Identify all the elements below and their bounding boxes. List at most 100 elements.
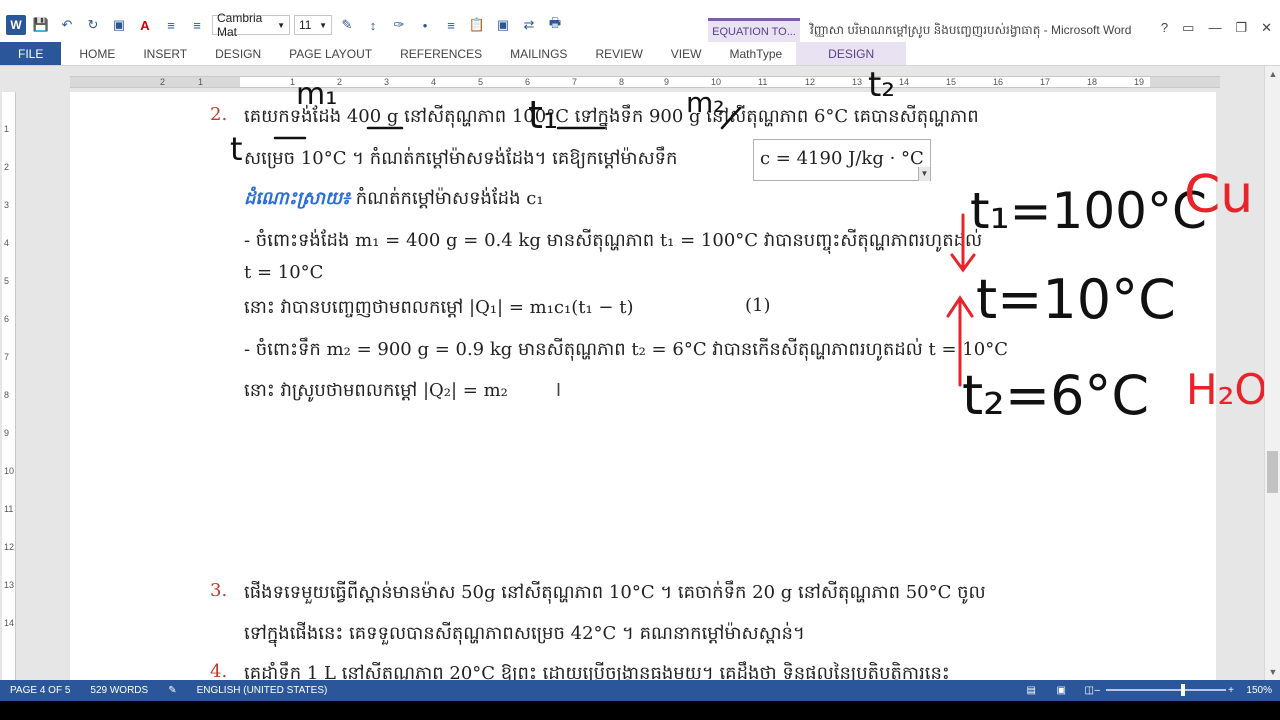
font-name-select[interactable]: Cambria Mat ▼ <box>212 11 290 39</box>
vertical-scrollbar[interactable]: ▲ ▼ <box>1264 66 1280 680</box>
taskbar-strip <box>0 701 1280 720</box>
paste-icon[interactable]: 📋 <box>466 14 488 36</box>
ribbon-tabs: FILE HOME INSERT DESIGN PAGE LAYOUT REFE… <box>0 42 1280 66</box>
proofing-icon[interactable]: ✎ <box>158 685 186 696</box>
text-cursor-icon: I <box>556 380 562 400</box>
tab-view[interactable]: VIEW <box>657 42 716 65</box>
problem-3-line-2[interactable]: ទៅក្នុងផើងនេះ គេទទួលបានសីតុណ្ហភាពសម្រេច … <box>244 621 805 648</box>
equation-options-dropdown[interactable]: ▼ <box>918 167 930 181</box>
zoom-level[interactable]: 150% <box>1246 685 1272 696</box>
restore-button[interactable]: ❐ <box>1235 20 1247 36</box>
read-mode-icon[interactable]: ▤ <box>1027 685 1036 696</box>
tab-references[interactable]: REFERENCES <box>386 42 496 65</box>
ruler-number: 18 <box>1087 77 1098 87</box>
solution-heading-text: កំណត់កម្ដៅម៉ាសទង់ដែង c₁ <box>355 188 544 209</box>
bullet-2-line-2[interactable]: នោះ វាស្រូបថាមពលកម្ដៅ |Q₂| = m₂ <box>244 378 508 405</box>
font-size-value: 11 <box>299 18 312 32</box>
equation-editor[interactable]: c = 4190 J/kg · °C ▼ <box>753 139 931 181</box>
tab-page-layout[interactable]: PAGE LAYOUT <box>275 42 386 65</box>
vruler-number: 4 <box>4 238 10 248</box>
bullets-icon[interactable]: • <box>414 14 436 36</box>
print-layout-icon[interactable]: ▣ <box>1057 685 1066 696</box>
web-layout-icon[interactable]: ◫ <box>1085 685 1094 696</box>
font-size-select[interactable]: 11 ▼ <box>294 15 332 35</box>
vruler-number: 7 <box>4 352 10 362</box>
word-count[interactable]: 529 WORDS <box>80 685 158 696</box>
vruler-number: 8 <box>4 390 10 400</box>
ribbon-display-button[interactable]: ▭ <box>1182 20 1194 36</box>
list-number-3: 3. <box>210 580 228 601</box>
status-bar: PAGE 4 OF 5 529 WORDS ✎ ENGLISH (UNITED … <box>0 680 1280 701</box>
ruler-number: 14 <box>899 77 910 87</box>
equation-text[interactable]: c = 4190 J/kg · °C <box>760 148 924 169</box>
tab-insert[interactable]: INSERT <box>129 42 201 65</box>
window-controls: ? ▭ — ❐ ✕ <box>1161 20 1272 36</box>
minimize-button[interactable]: — <box>1208 20 1221 36</box>
ruler-number: 2 <box>337 77 343 87</box>
ruler-number: 4 <box>431 77 437 87</box>
arrows-icon[interactable]: ⇄ <box>518 14 540 36</box>
tab-mathtype[interactable]: MathType <box>715 42 796 65</box>
align-left-icon[interactable]: ≡ <box>160 14 182 36</box>
vruler-number: 14 <box>4 618 15 628</box>
scrollbar-thumb[interactable] <box>1267 451 1278 493</box>
tab-file[interactable]: FILE <box>0 42 62 65</box>
ruler-number: 13 <box>852 77 863 87</box>
tab-mailings[interactable]: MAILINGS <box>496 42 581 65</box>
ruler-number: 19 <box>1134 77 1145 87</box>
ruler-number: 11 <box>758 77 768 87</box>
chevron-down-icon: ▼ <box>277 20 285 30</box>
ruler-number: 8 <box>619 77 625 87</box>
vertical-ruler[interactable]: 1 2 3 4 5 6 7 8 9 10 11 12 13 14 <box>2 92 16 680</box>
horizontal-ruler[interactable]: 2 1 1 2 3 4 5 6 7 8 9 10 11 12 13 14 15 … <box>0 72 1264 92</box>
save-icon[interactable]: 💾 <box>30 14 52 36</box>
vruler-number: 11 <box>4 504 14 514</box>
problem-3-line-1[interactable]: ផើងទទេមួយធ្វើពីស្ពាន់មានម៉ាស 50g នៅសីតុណ… <box>244 580 986 607</box>
ruler-number: 15 <box>946 77 957 87</box>
ruler-number: 1 <box>290 77 296 87</box>
numbering-icon[interactable]: ≡ <box>440 14 462 36</box>
bullet-1-line-2[interactable]: t = 10°C <box>244 262 323 283</box>
scroll-down-icon[interactable]: ▼ <box>1265 664 1280 680</box>
tab-equation-design[interactable]: DESIGN <box>796 42 907 65</box>
ruler-number: 12 <box>805 77 816 87</box>
print-icon[interactable]: 🖶 <box>544 14 566 36</box>
tab-home[interactable]: HOME <box>65 42 129 65</box>
pen-icon[interactable]: ✑ <box>388 14 410 36</box>
problem-2-line-1[interactable]: គេយកទង់ដែង 400 g នៅសីតុណ្ហភាព 100°C ទៅក្… <box>244 104 979 131</box>
help-button[interactable]: ? <box>1161 20 1168 36</box>
problem-2-line-2[interactable]: សម្រេច 10°C ។ កំណត់កម្ដៅម៉ាសទង់ដែង។ គេឱ្… <box>244 146 678 173</box>
ruler-number: 6 <box>525 77 531 87</box>
zoom-slider-knob[interactable] <box>1181 684 1185 696</box>
quick-access-toolbar: W 💾 ↶ ↻ ▣ A ≡ ≡ Cambria Mat ▼ 11 ▼ ✎ ↕ ✑… <box>6 11 566 39</box>
highlight-icon[interactable]: ✎ <box>336 14 358 36</box>
zoom-in-icon[interactable]: + <box>1228 685 1234 696</box>
form-icon[interactable]: ▣ <box>492 14 514 36</box>
window-title: វិញ្ញាសា បរិមាណកម្ដៅស្រូប និងបញ្ចេញរបស់រ… <box>810 23 1132 37</box>
format-painter-icon[interactable]: ▣ <box>108 14 130 36</box>
language-status[interactable]: ENGLISH (UNITED STATES) <box>187 685 338 696</box>
bullet-1-line-3[interactable]: នោះ វាបានបញ្ចេញថាមពលកម្ដៅ |Q₁| = m₁c₁(t₁… <box>244 295 633 322</box>
font-color-icon[interactable]: A <box>134 14 156 36</box>
vruler-number: 1 <box>4 124 10 134</box>
line-spacing-icon[interactable]: ↕ <box>362 14 384 36</box>
ruler-number: 17 <box>1040 77 1051 87</box>
undo-icon[interactable]: ↶ <box>56 14 78 36</box>
redo-icon[interactable]: ↻ <box>82 14 104 36</box>
chevron-down-icon: ▼ <box>319 20 327 30</box>
align-right-icon[interactable]: ≡ <box>186 14 208 36</box>
scroll-up-icon[interactable]: ▲ <box>1265 66 1280 82</box>
page-count[interactable]: PAGE 4 OF 5 <box>0 685 80 696</box>
vruler-number: 3 <box>4 200 10 210</box>
equation-number-1: (1) <box>745 295 771 316</box>
close-button[interactable]: ✕ <box>1261 20 1272 36</box>
tab-design[interactable]: DESIGN <box>201 42 275 65</box>
ruler-number: 16 <box>993 77 1004 87</box>
tab-review[interactable]: REVIEW <box>581 42 656 65</box>
bullet-1-line-1[interactable]: - ចំពោះទង់ដែង m₁ = 400 g = 0.4 kg មានសីត… <box>244 228 982 255</box>
zoom-slider[interactable] <box>1106 689 1226 691</box>
ruler-number: 5 <box>478 77 484 87</box>
zoom-out-icon[interactable]: – <box>1094 685 1100 696</box>
ruler-number: 2 <box>160 77 166 87</box>
bullet-2-line-1[interactable]: - ចំពោះទឹក m₂ = 900 g = 0.9 kg មានសីតុណ្… <box>244 337 1008 364</box>
